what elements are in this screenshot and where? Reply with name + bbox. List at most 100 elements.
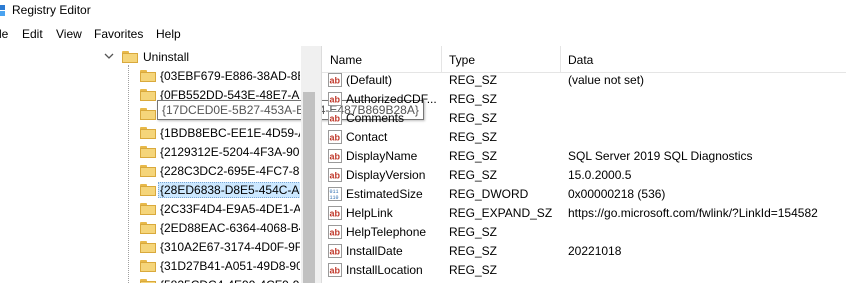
column-header-type[interactable]: Type <box>449 53 475 67</box>
value-type: REG_SZ <box>449 263 498 277</box>
registry-value-row[interactable]: 011 110 EstimatedSize REG_DWORD 0x00000218 (… <box>322 185 846 204</box>
tree-scrollbar-thumb[interactable] <box>303 92 315 283</box>
value-type: REG_SZ <box>449 130 498 144</box>
value-name: EstimatedSize <box>346 187 423 201</box>
list-header: Name Type Data <box>322 46 846 73</box>
value-data: https://go.microsoft.com/fwlink/?LinkId=… <box>568 206 818 220</box>
string-value-icon: ab <box>328 111 342 125</box>
menu-bar: le Edit View Favorites Help <box>0 24 846 44</box>
value-name: (Default) <box>346 73 393 87</box>
registry-value-row[interactable]: ab DisplayName REG_SZ SQL Server 2019 SQL D… <box>322 147 846 166</box>
tree-item-label: {1BDB8EBC-EE1E-4D59-A0 <box>160 126 300 140</box>
string-value-icon: ab <box>328 225 342 239</box>
string-value-icon: ab <box>328 263 342 277</box>
value-type: REG_SZ <box>449 111 498 125</box>
registry-value-row[interactable]: ab HelpTelephone REG_SZ <box>322 223 846 242</box>
svg-text:ab: ab <box>330 209 341 219</box>
folder-icon <box>140 108 156 120</box>
tree-item-subkey[interactable]: {2C33F4D4-E9A5-4DE1-AC <box>0 200 300 219</box>
string-value-icon: ab <box>328 168 342 182</box>
registry-value-row[interactable]: ab InstallDate REG_SZ 20221018 <box>322 242 846 261</box>
value-type: REG_EXPAND_SZ <box>449 206 553 220</box>
registry-editor-icon <box>0 5 5 16</box>
menu-favorites[interactable]: Favorites <box>94 27 143 41</box>
tree-item-subkey[interactable]: {31D27B41-A051-49D8-907 <box>0 257 300 276</box>
tree-item-uninstall[interactable]: Uninstall <box>0 48 300 67</box>
folder-icon <box>140 184 156 196</box>
folder-icon <box>140 89 156 101</box>
folder-icon <box>122 51 138 63</box>
menu-edit[interactable]: Edit <box>22 27 43 41</box>
registry-value-row[interactable]: ab DisplayVersion REG_SZ 15.0.2000.5 <box>322 166 846 185</box>
tree-item-subkey[interactable]: {2129312E-5204-4F3A-9039 <box>0 143 300 162</box>
folder-icon <box>140 146 156 158</box>
value-name: AuthorizedCDF... <box>346 92 437 106</box>
registry-key-tree[interactable]: Uninstall {03EBF679-E886-38AD-8E7 {0FB552D… <box>0 46 300 283</box>
tree-item-subkey[interactable]: {5825CDC4-4E99-4CF9-91F <box>0 276 300 283</box>
folder-icon <box>140 203 156 215</box>
value-name: HelpTelephone <box>346 225 427 239</box>
tree-item-label: {03EBF679-E886-38AD-8E7 <box>160 69 300 83</box>
folder-icon <box>140 279 156 283</box>
svg-text:ab: ab <box>330 247 341 257</box>
value-type: REG_SZ <box>449 149 498 163</box>
value-type: REG_DWORD <box>449 187 529 201</box>
folder-icon <box>140 222 156 234</box>
tree-item-label: {2129312E-5204-4F3A-9039 <box>160 145 300 159</box>
value-data: SQL Server 2019 SQL Diagnostics <box>568 149 753 163</box>
registry-value-row[interactable]: ab AuthorizedCDF... REG_SZ <box>322 90 846 109</box>
value-data: 15.0.2000.5 <box>568 168 632 182</box>
tree-item-subkey[interactable]: {228C3DC2-695E-4FC7-87E <box>0 162 300 181</box>
chevron-down-icon[interactable] <box>103 50 115 62</box>
registry-value-row[interactable]: ab InstallLocation REG_SZ <box>322 261 846 280</box>
svg-text:ab: ab <box>330 133 341 143</box>
svg-text:ab: ab <box>330 228 341 238</box>
column-header-name[interactable]: Name <box>330 53 362 67</box>
registry-value-row[interactable]: ab Comments REG_SZ <box>322 109 846 128</box>
svg-text:ab: ab <box>330 76 341 86</box>
value-data: (value not set) <box>568 73 645 87</box>
folder-icon <box>140 70 156 82</box>
tree-item-label: {31D27B41-A051-49D8-907 <box>160 259 300 273</box>
tree-item-label: {28ED6838-D8E5-454C-A87 <box>158 182 300 198</box>
value-name: Comments <box>346 111 405 125</box>
value-name: Contact <box>346 130 388 144</box>
value-name: HelpLink <box>346 206 393 220</box>
tree-item-subkey[interactable]: {2ED88EAC-6364-4068-B45 <box>0 219 300 238</box>
value-name: InstallDate <box>346 244 403 258</box>
registry-value-row[interactable]: ab HelpLink REG_EXPAND_SZ https://go.micros… <box>322 204 846 223</box>
string-value-icon: ab <box>328 73 342 87</box>
column-header-data[interactable]: Data <box>568 53 593 67</box>
menu-view[interactable]: View <box>56 27 82 41</box>
tree-item-subkey[interactable]: {28ED6838-D8E5-454C-A87 <box>0 181 300 200</box>
menu-help[interactable]: Help <box>156 27 181 41</box>
value-name: DisplayVersion <box>346 168 426 182</box>
registry-value-row[interactable]: ab Contact REG_SZ <box>322 128 846 147</box>
folder-icon <box>140 260 156 272</box>
tree-item-subkey[interactable]: {03EBF679-E886-38AD-8E7 <box>0 67 300 86</box>
tree-item-label: {310A2E67-3174-4D0F-9F2 <box>160 240 300 254</box>
value-name: InstallLocation <box>346 263 423 277</box>
registry-value-row[interactable]: ab (Default) REG_SZ (value not set) <box>322 71 846 90</box>
tree-item-label: {228C3DC2-695E-4FC7-87E <box>160 164 300 178</box>
folder-icon <box>140 241 156 253</box>
value-type: REG_SZ <box>449 92 498 106</box>
string-value-icon: ab <box>328 206 342 220</box>
tree-item-label: {2ED88EAC-6364-4068-B45 <box>160 221 300 235</box>
tree-item-subkey[interactable]: {310A2E67-3174-4D0F-9F2 <box>0 238 300 257</box>
string-value-icon: ab <box>328 92 342 106</box>
menu-file[interactable]: le <box>0 27 8 41</box>
value-type: REG_SZ <box>449 225 498 239</box>
column-divider[interactable] <box>441 46 442 72</box>
column-divider[interactable] <box>560 46 561 72</box>
binary-value-icon: 011110 <box>328 187 342 201</box>
value-type: REG_SZ <box>449 244 498 258</box>
title-bar: Registry Editor <box>0 0 846 22</box>
registry-values-list[interactable]: Name Type Data ab (Default) REG_SZ (value n… <box>322 46 846 283</box>
string-value-icon: ab <box>328 130 342 144</box>
svg-text:ab: ab <box>330 95 341 105</box>
tree-item-subkey[interactable]: {1BDB8EBC-EE1E-4D59-A0 <box>0 124 300 143</box>
string-value-icon: ab <box>328 149 342 163</box>
value-type: REG_SZ <box>449 73 498 87</box>
tree-item-label: {5825CDC4-4E99-4CF9-91F <box>158 278 300 283</box>
